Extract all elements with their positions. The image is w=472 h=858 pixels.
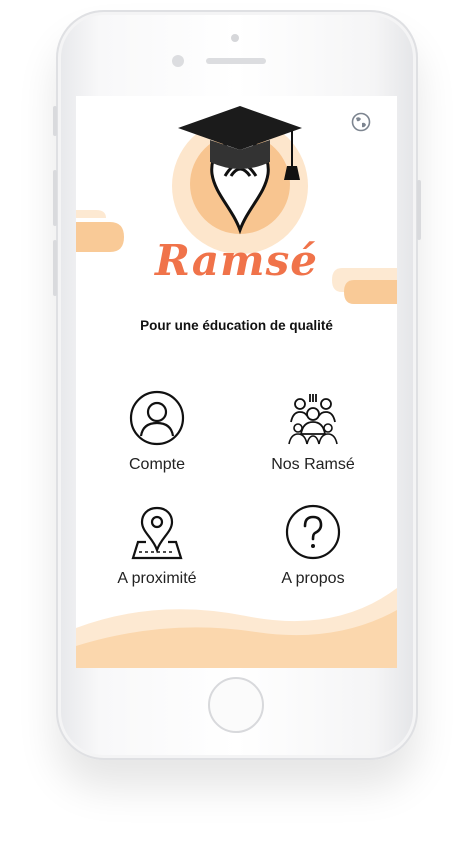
globe-icon[interactable]	[351, 112, 371, 132]
front-camera	[231, 34, 239, 42]
volume-up-button	[53, 170, 57, 226]
menu-item-label: A propos	[281, 570, 345, 587]
group-icon	[288, 394, 338, 445]
question-icon	[285, 504, 341, 560]
mute-switch	[53, 106, 57, 136]
app-screen: Ramsé Pour une éducation de qualité Comp…	[76, 96, 397, 668]
user-icon	[129, 390, 185, 446]
tagline: Pour une éducation de qualité	[140, 318, 333, 333]
menu-item-compte[interactable]: Compte	[82, 390, 232, 490]
power-button	[417, 180, 421, 240]
home-button[interactable]	[208, 677, 264, 733]
menu-item-label: Compte	[128, 456, 186, 473]
volume-down-button	[53, 240, 57, 296]
map-pin-icon	[131, 506, 183, 560]
bottom-wave-decoration	[76, 588, 397, 668]
menu-item-nos-ramse[interactable]: Nos Ramsé	[238, 390, 388, 490]
proximity-sensor	[172, 55, 184, 67]
app-name: Ramsé	[155, 236, 318, 285]
earpiece-speaker	[206, 58, 266, 64]
menu-item-label: Nos Ramsé	[271, 456, 355, 473]
menu-item-label: A proximité	[117, 570, 197, 587]
